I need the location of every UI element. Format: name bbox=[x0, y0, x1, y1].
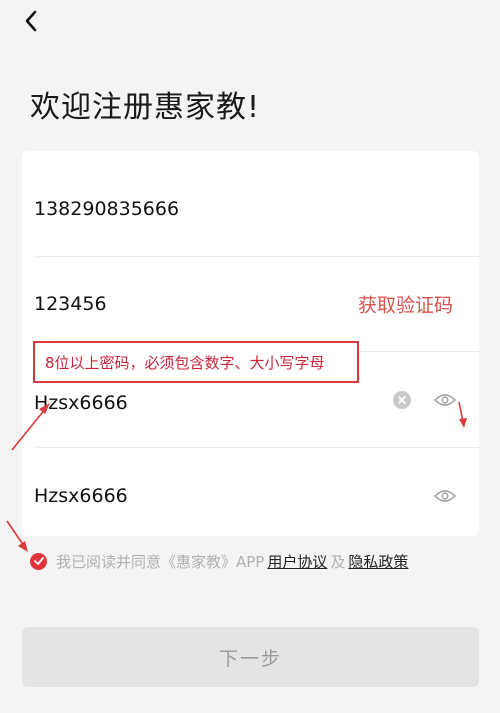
toggle-confirm-visibility[interactable] bbox=[433, 488, 457, 504]
code-input[interactable] bbox=[34, 292, 334, 315]
page-title: 欢迎注册惠家教! bbox=[30, 90, 261, 125]
agreement-and: 及 bbox=[330, 552, 346, 571]
check-icon bbox=[33, 557, 44, 565]
clear-button[interactable] bbox=[393, 390, 411, 409]
password-input[interactable] bbox=[34, 391, 334, 414]
phone-row bbox=[34, 161, 479, 257]
code-row: 获取验证码 bbox=[34, 256, 479, 352]
user-agreement-link[interactable]: 用户协议 bbox=[267, 551, 327, 572]
phone-input[interactable] bbox=[34, 197, 334, 220]
next-step-button[interactable]: 下一步 bbox=[22, 627, 479, 687]
confirm-password-row bbox=[34, 448, 479, 543]
get-code-button[interactable]: 获取验证码 bbox=[358, 290, 453, 317]
agree-checkbox[interactable] bbox=[30, 552, 47, 570]
agreement-row: 我已阅读并同意《惠家教》APP 用户协议 及 隐私政策 bbox=[30, 551, 411, 571]
password-hint: 8位以上密码，必须包含数字、大小写字母 bbox=[33, 341, 359, 383]
eye-icon bbox=[434, 393, 456, 406]
close-icon bbox=[398, 395, 406, 404]
eye-icon bbox=[434, 489, 456, 502]
back-button[interactable] bbox=[16, 6, 46, 36]
toggle-password-visibility[interactable] bbox=[433, 392, 457, 408]
chevron-left-icon bbox=[25, 10, 37, 32]
privacy-policy-link[interactable]: 隐私政策 bbox=[348, 551, 408, 572]
agreement-text: 我已阅读并同意《惠家教》APP bbox=[56, 552, 265, 571]
confirm-password-input[interactable] bbox=[34, 484, 334, 507]
